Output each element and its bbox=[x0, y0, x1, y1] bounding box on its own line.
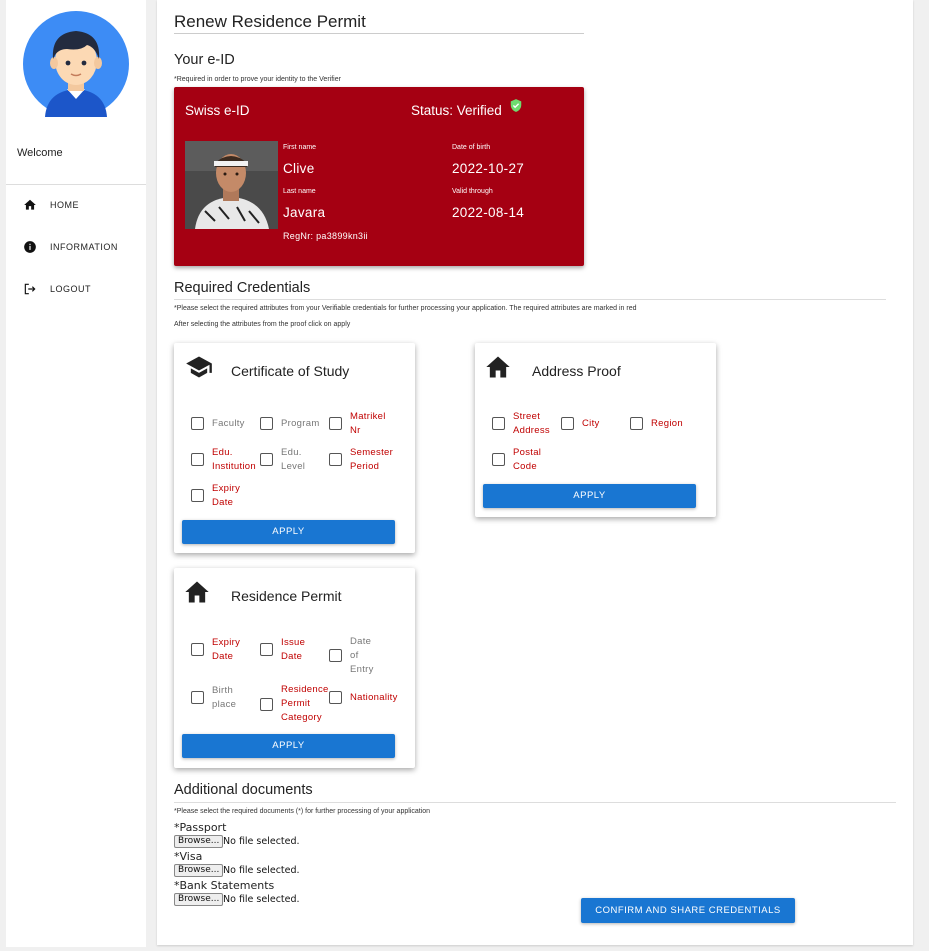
checkbox-birth-place[interactable] bbox=[191, 691, 204, 704]
residence-permit-card: Residence Permit Expiry Date Issue Date Da… bbox=[174, 568, 415, 768]
main-content: Renew Residence Permit Your e-ID *Requir… bbox=[157, 0, 913, 945]
eid-issuer: Swiss e-ID bbox=[185, 103, 250, 118]
option-label-nationality: Nationality bbox=[350, 692, 398, 703]
house-icon bbox=[185, 581, 209, 603]
checkbox-issue-date[interactable] bbox=[260, 643, 273, 656]
option-label-expiry-date: Expiry Date bbox=[212, 483, 241, 508]
sidebar-item-label: LOGOUT bbox=[50, 284, 92, 294]
valid-through-label: Valid through bbox=[452, 188, 493, 195]
visa-file-status: No file selected. bbox=[223, 865, 300, 876]
address-apply-button[interactable]: APPLY bbox=[483, 484, 696, 508]
checkbox-expiry-date[interactable] bbox=[191, 489, 204, 502]
bank-statements-file-status: No file selected. bbox=[223, 894, 300, 905]
eid-status: Status: Verified bbox=[411, 103, 502, 118]
valid-through-value: 2022-08-14 bbox=[452, 205, 525, 220]
sidebar-item-logout[interactable]: LOGOUT bbox=[6, 274, 146, 304]
option-label-street-address: Street Address bbox=[513, 411, 550, 436]
confirm-share-credentials-button[interactable]: CONFIRM AND SHARE CREDENTIALS bbox=[581, 898, 795, 923]
checkbox-region[interactable] bbox=[630, 417, 643, 430]
reg-number: RegNr: pa3899kn3ii bbox=[283, 231, 368, 241]
last-name-label: Last name bbox=[283, 188, 316, 195]
option-label-residence-expiry-date: Expiry Date bbox=[212, 637, 241, 662]
sidebar-item-label: INFORMATION bbox=[50, 242, 118, 252]
verified-shield-icon bbox=[510, 99, 522, 112]
house-icon bbox=[486, 356, 510, 378]
info-icon bbox=[24, 241, 36, 253]
dob-value: 2022-10-27 bbox=[452, 161, 525, 176]
option-label-edu-institution: Edu. Institution bbox=[212, 447, 256, 472]
dob-label: Date of birth bbox=[452, 144, 491, 151]
option-label-date-of-entry: Date of Entry bbox=[350, 636, 374, 675]
option-label-region: Region bbox=[651, 418, 683, 429]
passport-label: *Passport bbox=[174, 821, 227, 834]
title-divider bbox=[174, 33, 584, 34]
residence-card-title: Residence Permit bbox=[231, 588, 342, 604]
checkbox-edu-institution[interactable] bbox=[191, 453, 204, 466]
eid-card: Swiss e-ID Status: Verified First name C… bbox=[174, 87, 584, 266]
checkbox-residence-permit-category[interactable] bbox=[260, 698, 273, 711]
option-label-faculty: Faculty bbox=[212, 418, 245, 429]
address-proof-card: Address Proof Street Address City Region … bbox=[475, 343, 716, 517]
passport-file-status: No file selected. bbox=[223, 836, 300, 847]
user-avatar bbox=[23, 11, 129, 117]
logout-icon bbox=[24, 283, 36, 295]
bank-statements-label: *Bank Statements bbox=[174, 879, 275, 892]
checkbox-nationality[interactable] bbox=[329, 691, 342, 704]
welcome-text: Welcome bbox=[17, 147, 63, 159]
option-label-matrikel-nr: Matrikel Nr bbox=[350, 411, 386, 436]
checkbox-postal-code[interactable] bbox=[492, 453, 505, 466]
graduation-cap-icon bbox=[186, 356, 212, 378]
visa-label: *Visa bbox=[174, 850, 203, 863]
option-label-program: Program bbox=[281, 418, 320, 429]
credentials-divider bbox=[174, 299, 886, 300]
address-card-title: Address Proof bbox=[532, 363, 621, 379]
documents-section-title: Additional documents bbox=[174, 782, 313, 798]
option-label-residence-permit-category: Residence Permit Category bbox=[281, 684, 329, 723]
sidebar-item-home[interactable]: HOME bbox=[6, 190, 146, 220]
option-label-city: City bbox=[582, 418, 600, 429]
documents-divider bbox=[174, 802, 896, 803]
first-name-value: Clive bbox=[283, 161, 315, 176]
checkbox-street-address[interactable] bbox=[492, 417, 505, 430]
eid-note: *Required in order to prove your identit… bbox=[174, 76, 341, 83]
passport-browse-button[interactable]: Browse... bbox=[174, 835, 224, 848]
option-label-edu-level: Edu. Level bbox=[281, 447, 306, 472]
eid-section-title: Your e-ID bbox=[174, 52, 235, 68]
credentials-section-title: Required Credentials bbox=[174, 280, 311, 296]
option-label-semester-period: Semester Period bbox=[350, 447, 394, 472]
documents-note: *Please select the required documents (*… bbox=[174, 808, 431, 815]
credentials-note: *Please select the required attributes f… bbox=[174, 305, 637, 312]
checkbox-date-of-entry[interactable] bbox=[329, 649, 342, 662]
credentials-apply-note: After selecting the attributes from the … bbox=[174, 321, 351, 328]
residence-apply-button[interactable]: APPLY bbox=[182, 734, 395, 758]
study-card-title: Certificate of Study bbox=[231, 363, 350, 379]
person-photo-icon bbox=[185, 141, 278, 229]
option-label-postal-code: Postal Code bbox=[513, 447, 542, 472]
checkbox-semester-period[interactable] bbox=[329, 453, 342, 466]
first-name-label: First name bbox=[283, 144, 317, 151]
checkbox-faculty[interactable] bbox=[191, 417, 204, 430]
study-certificate-card: Certificate of Study Faculty Program Mat… bbox=[174, 343, 415, 553]
checkbox-matrikel-nr[interactable] bbox=[329, 417, 342, 430]
page-title: Renew Residence Permit bbox=[174, 12, 366, 31]
option-label-issue-date: Issue Date bbox=[281, 637, 306, 662]
checkbox-program[interactable] bbox=[260, 417, 273, 430]
home-icon bbox=[24, 199, 36, 210]
checkbox-edu-level[interactable] bbox=[260, 453, 273, 466]
sidebar-item-information[interactable]: INFORMATION bbox=[6, 232, 146, 262]
checkbox-residence-expiry-date[interactable] bbox=[191, 643, 204, 656]
sidebar: Welcome HOME INFORMATION LOGOUT bbox=[6, 0, 146, 947]
sidebar-divider bbox=[6, 184, 146, 185]
study-apply-button[interactable]: APPLY bbox=[182, 520, 395, 544]
bank-statements-browse-button[interactable]: Browse... bbox=[174, 893, 224, 906]
checkbox-city[interactable] bbox=[561, 417, 574, 430]
option-label-birth-place: Birth place bbox=[212, 685, 237, 710]
last-name-value: Javara bbox=[283, 205, 326, 220]
visa-browse-button[interactable]: Browse... bbox=[174, 864, 224, 877]
eid-photo bbox=[185, 141, 278, 229]
sidebar-item-label: HOME bbox=[50, 200, 79, 210]
